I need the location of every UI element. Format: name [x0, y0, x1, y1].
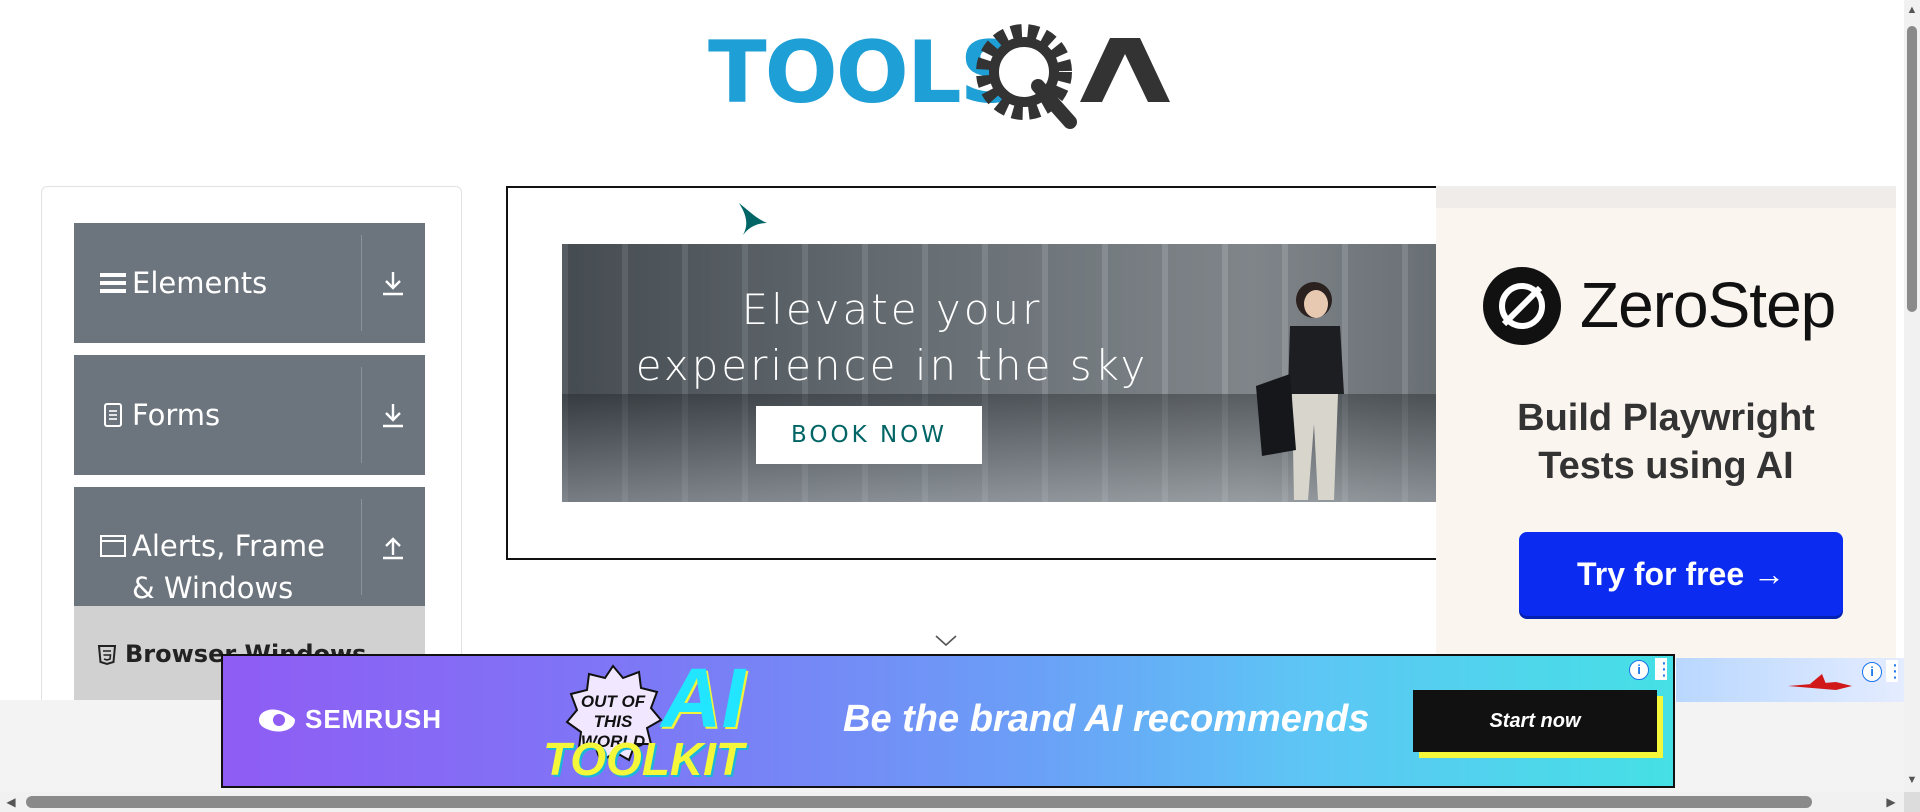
vertical-scroll-thumb[interactable] [1907, 26, 1917, 312]
semrush-brand-label: SEMRUSH [305, 704, 443, 734]
group-elements[interactable]: Elements [74, 223, 425, 343]
zerostep-ad[interactable]: ZeroStep Build Playwright Tests using AI… [1436, 186, 1896, 666]
hamburger-icon [100, 273, 126, 293]
adchoices-info-icon[interactable]: i [1629, 660, 1649, 680]
divider [361, 499, 362, 595]
adchoices-info-icon[interactable]: i [1862, 662, 1882, 682]
ad-top-strip [1436, 186, 1896, 208]
toolsqa-logo[interactable]: TOOLS [708, 22, 1194, 138]
html5-icon [97, 645, 117, 666]
divider [361, 235, 362, 331]
group-forms-label: Forms [132, 398, 221, 432]
download-arrow-icon[interactable] [379, 269, 407, 297]
group-alerts-label: Alerts, Frame & Windows [132, 529, 325, 605]
toolkit-wordmark: TOOLKIT [543, 733, 745, 785]
zerostep-name: ZeroStep [1580, 269, 1836, 341]
cathay-brushwing-icon [739, 203, 767, 235]
semrush-ad[interactable]: SEMRUSH OUT OF THIS WORLD AI TOOLKIT Be … [221, 654, 1675, 788]
secondary-ad-strip[interactable]: i ⋮ [1676, 658, 1904, 702]
window-icon [100, 535, 126, 557]
vertical-scrollbar[interactable]: ▲ ▼ [1904, 0, 1920, 792]
group-alerts-frame-windows[interactable]: Alerts, Frame & Windows [74, 487, 425, 607]
try-for-free-button[interactable]: Try for free → [1519, 532, 1843, 616]
upload-arrow-icon[interactable] [379, 533, 407, 561]
semrush-flame-icon [259, 708, 295, 732]
divider [361, 367, 362, 463]
document-icon [104, 403, 122, 427]
group-forms[interactable]: Forms [74, 355, 425, 475]
ad-menu-icon[interactable]: ⋮ [1655, 658, 1673, 680]
scroll-down-arrow-icon[interactable]: ▼ [1906, 774, 1918, 786]
ad-menu-icon[interactable]: ⋮ [1886, 660, 1904, 682]
scroll-left-arrow-icon[interactable]: ◀ [4, 795, 18, 809]
download-arrow-icon[interactable] [379, 401, 407, 429]
zerostep-tagline: Build Playwright Tests using AI [1517, 397, 1815, 487]
cathay-headline: Elevate your experience in the sky [635, 285, 1149, 390]
traveller-figure [1256, 282, 1344, 500]
horizontal-scroll-thumb[interactable] [26, 796, 1812, 808]
semrush-slogan: Be the brand AI recommends [843, 698, 1370, 740]
group-elements-label: Elements [132, 266, 268, 300]
semrush-brand: SEMRUSH [257, 704, 442, 735]
chevron-down-icon[interactable] [934, 634, 958, 648]
scroll-right-arrow-icon[interactable]: ▶ [1884, 795, 1898, 809]
start-now-button[interactable]: Start now [1413, 690, 1657, 752]
scroll-up-arrow-icon[interactable]: ▲ [1906, 4, 1918, 16]
scrollbar-corner [1904, 792, 1920, 812]
horizontal-scrollbar[interactable]: ◀ ▶ [0, 792, 1904, 812]
svg-text:TOOLS: TOOLS [708, 23, 1020, 123]
zerostep-logo-icon [1483, 267, 1561, 345]
red-plane-icon [1788, 674, 1852, 690]
book-now-button[interactable]: BOOK NOW [756, 406, 982, 464]
toolsqa-logo-graphic: TOOLS [708, 23, 1170, 129]
